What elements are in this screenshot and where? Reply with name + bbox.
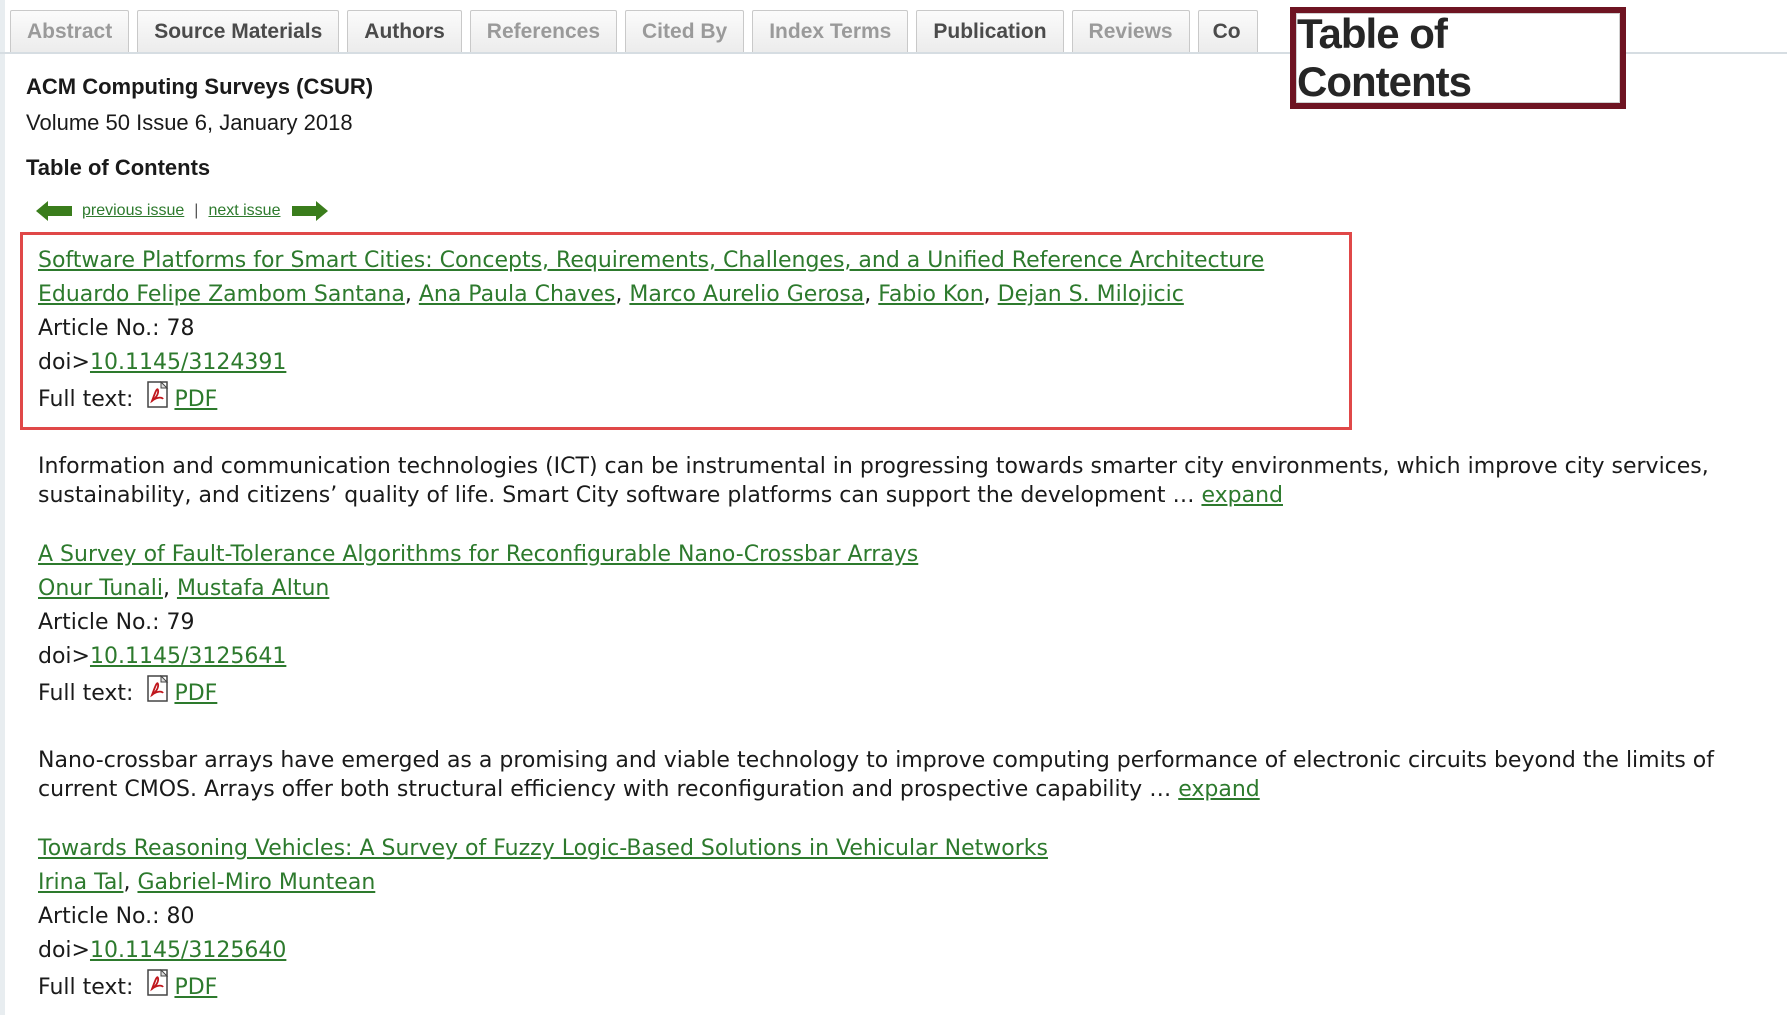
- article-entry: Towards Reasoning Vehicles: A Survey of …: [38, 832, 1048, 1008]
- article-authors: Onur Tunali, Mustafa Altun: [38, 576, 330, 601]
- tab-references[interactable]: References: [469, 10, 618, 52]
- table-of-contents-tab-callout[interactable]: Table of Contents: [1290, 7, 1626, 109]
- article-abstract: Information and communication technologi…: [38, 452, 1758, 510]
- doi-link[interactable]: 10.1145/3124391: [90, 350, 286, 375]
- pdf-link[interactable]: PDF: [174, 975, 217, 1000]
- pdf-icon[interactable]: [146, 969, 172, 997]
- article-abstract: Nano-crossbar arrays have emerged as a p…: [38, 746, 1758, 804]
- pdf-link[interactable]: PDF: [174, 681, 217, 706]
- tab-list: Abstract Source Materials Authors Refere…: [10, 10, 1258, 52]
- author-link[interactable]: Gabriel-Miro Muntean: [137, 870, 375, 895]
- doi-link[interactable]: 10.1145/3125641: [90, 644, 286, 669]
- tab-source-materials[interactable]: Source Materials: [137, 10, 340, 52]
- article-authors: Irina Tal, Gabriel-Miro Muntean: [38, 870, 376, 895]
- toc-heading: Table of Contents: [26, 155, 211, 180]
- author-link[interactable]: Dejan S. Milojicic: [998, 282, 1184, 307]
- author-link[interactable]: Mustafa Altun: [177, 576, 329, 601]
- author-link[interactable]: Fabio Kon: [878, 282, 983, 307]
- article-number: Article No.: 80: [38, 904, 195, 929]
- fulltext-label: Full text:: [38, 975, 134, 1000]
- doi-link[interactable]: 10.1145/3125640: [90, 938, 286, 963]
- doi-prefix: doi>: [38, 938, 90, 963]
- article-title-link[interactable]: Software Platforms for Smart Cities: Con…: [38, 248, 1264, 273]
- fulltext-label: Full text:: [38, 387, 134, 412]
- article-number: Article No.: 78: [38, 316, 195, 341]
- doi-prefix: doi>: [38, 350, 90, 375]
- issue-volume: Volume 50 Issue 6, January 2018: [26, 110, 353, 135]
- author-link[interactable]: Irina Tal: [38, 870, 123, 895]
- fulltext-label: Full text:: [38, 681, 134, 706]
- article-authors: Eduardo Felipe Zambom Santana, Ana Paula…: [38, 282, 1184, 307]
- abstract-text: Nano-crossbar arrays have emerged as a p…: [38, 748, 1714, 802]
- callout-label: Table of Contents: [1296, 10, 1620, 105]
- article-entry: A Survey of Fault-Tolerance Algorithms f…: [38, 538, 918, 714]
- issue-navigation: previous issue | next issue: [36, 201, 329, 221]
- author-link[interactable]: Eduardo Felipe Zambom Santana: [38, 282, 405, 307]
- pdf-icon[interactable]: [146, 675, 172, 703]
- next-issue-link[interactable]: next issue: [208, 202, 280, 220]
- article-entry: Software Platforms for Smart Cities: Con…: [38, 244, 1264, 420]
- author-link[interactable]: Ana Paula Chaves: [419, 282, 616, 307]
- expand-link[interactable]: expand: [1178, 777, 1260, 802]
- abstract-text: Information and communication technologi…: [38, 454, 1709, 508]
- journal-title: ACM Computing Surveys (CSUR): [26, 74, 374, 99]
- tab-index-terms[interactable]: Index Terms: [752, 10, 909, 52]
- arrow-right-icon[interactable]: [292, 201, 329, 221]
- tab-cited-by[interactable]: Cited By: [625, 10, 745, 52]
- article-title-link[interactable]: A Survey of Fault-Tolerance Algorithms f…: [38, 542, 918, 567]
- pdf-link[interactable]: PDF: [174, 387, 217, 412]
- tab-authors[interactable]: Authors: [347, 10, 462, 52]
- previous-issue-link[interactable]: previous issue: [82, 202, 184, 220]
- article-title-link[interactable]: Towards Reasoning Vehicles: A Survey of …: [38, 836, 1048, 861]
- article-number: Article No.: 79: [38, 610, 195, 635]
- issue-nav-separator: |: [194, 202, 199, 219]
- tab-reviews[interactable]: Reviews: [1071, 10, 1190, 52]
- tab-comments-truncated[interactable]: Co: [1197, 10, 1258, 52]
- tab-abstract[interactable]: Abstract: [10, 10, 130, 52]
- pdf-icon[interactable]: [146, 381, 172, 409]
- expand-link[interactable]: expand: [1201, 483, 1283, 508]
- left-border: [0, 0, 5, 1015]
- doi-prefix: doi>: [38, 644, 90, 669]
- tab-publication[interactable]: Publication: [916, 10, 1064, 52]
- author-link[interactable]: Marco Aurelio Gerosa: [629, 282, 864, 307]
- author-link[interactable]: Onur Tunali: [38, 576, 163, 601]
- arrow-left-icon[interactable]: [36, 201, 72, 221]
